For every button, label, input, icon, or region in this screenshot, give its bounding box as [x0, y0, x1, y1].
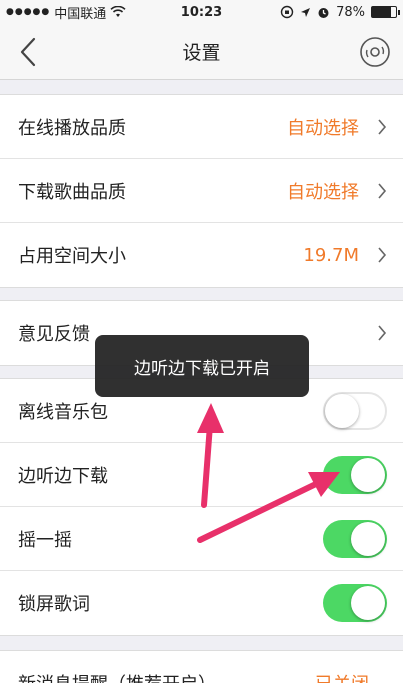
- row-listen-download: 边听边下载: [0, 443, 403, 507]
- row-storage-size[interactable]: 占用空间大小 19.7M: [0, 223, 403, 287]
- row-label: 离线音乐包: [18, 401, 108, 423]
- status-right: 78%: [280, 4, 400, 20]
- battery-fill: [372, 7, 391, 17]
- battery-percent: 78%: [336, 4, 365, 20]
- signal-dots-icon: ●●●●●: [6, 7, 51, 17]
- back-button[interactable]: [10, 34, 46, 70]
- row-label: 占用空间大小: [18, 246, 126, 267]
- toast-message: 边听边下载已开启: [95, 335, 309, 397]
- row-label: 下载歌曲品质: [18, 181, 126, 203]
- offline-pack-toggle[interactable]: [323, 391, 387, 430]
- row-shake: 摇一摇: [0, 507, 403, 571]
- page-title: 设置: [182, 42, 221, 64]
- lockscreen-lyrics-toggle[interactable]: [323, 584, 387, 622]
- quality-settings-group: 在线播放品质 自动选择 下载歌曲品质 自动选择 占用空间大小 19.7M: [0, 94, 403, 288]
- toggle-knob: [351, 586, 385, 620]
- row-label: 锁屏歌词: [18, 594, 90, 615]
- toggle-settings-group: 离线音乐包 边听边下载 摇一摇 锁屏歌词: [0, 378, 403, 636]
- row-lockscreen-lyrics: 锁屏歌词: [0, 571, 403, 635]
- chevron-right-icon: [378, 118, 387, 135]
- listen-download-toggle[interactable]: [323, 455, 387, 494]
- row-label: 新消息提醒（推荐开启）: [18, 670, 315, 683]
- shake-toggle[interactable]: [323, 519, 387, 558]
- chevron-left-icon: [20, 37, 36, 67]
- row-label: 摇一摇: [18, 529, 72, 551]
- row-label: 边听边下载: [18, 465, 108, 487]
- carrier-label: 中国联通: [54, 6, 107, 22]
- notification-group: 新消息提醒（推荐开启） 已关闭: [0, 650, 403, 683]
- toggle-knob: [351, 521, 385, 556]
- status-left: ●●●●● 中国联通: [6, 3, 280, 22]
- alarm-icon: [318, 7, 329, 18]
- toggle-knob: [351, 457, 385, 492]
- chevron-right-icon: [378, 182, 387, 199]
- chevron-right-icon: [378, 325, 387, 341]
- orientation-lock-icon: [280, 5, 294, 19]
- battery-icon: [371, 6, 400, 18]
- row-download-quality[interactable]: 下载歌曲品质 自动选择: [0, 159, 403, 223]
- row-value: 已关闭: [315, 670, 369, 683]
- row-online-quality[interactable]: 在线播放品质 自动选择: [0, 95, 403, 159]
- toggle-knob: [325, 393, 359, 428]
- chevron-right-icon: [378, 247, 387, 263]
- wifi-icon: [110, 6, 126, 17]
- row-value: 自动选择: [287, 181, 359, 203]
- row-label: 在线播放品质: [18, 117, 126, 139]
- nav-bar: 设置: [0, 24, 403, 80]
- row-value: 19.7M: [303, 244, 359, 266]
- row-value: 自动选择: [287, 117, 359, 139]
- location-icon: [301, 7, 311, 17]
- disc-icon[interactable]: [359, 36, 391, 68]
- status-bar: ●●●●● 中国联通 10:23 78%: [0, 0, 403, 24]
- row-new-message[interactable]: 新消息提醒（推荐开启） 已关闭: [0, 651, 403, 683]
